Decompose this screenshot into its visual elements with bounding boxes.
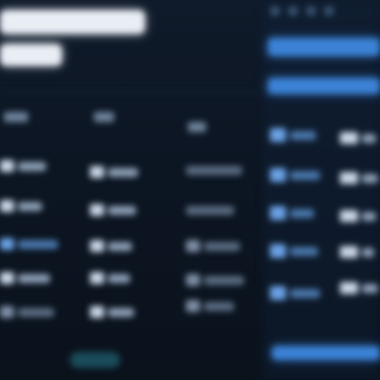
file-icon: [90, 272, 104, 284]
table-cell: [186, 240, 240, 252]
table-cell: [186, 274, 244, 286]
file-icon: [0, 306, 14, 318]
table-row[interactable]: [0, 160, 46, 172]
item-icon: [270, 244, 286, 258]
file-icon: [0, 160, 14, 172]
table-cell: [18, 161, 46, 171]
column-header-3[interactable]: [188, 122, 206, 132]
table-cell: [90, 204, 136, 216]
list-item[interactable]: [270, 128, 316, 142]
item-icon: [270, 206, 286, 220]
list-item-value: [340, 210, 376, 222]
table-row[interactable]: [0, 272, 50, 284]
panel-tab-active[interactable]: [268, 38, 380, 56]
table-cell: [90, 240, 132, 252]
page-subtitle: [0, 44, 62, 66]
status-indicator: [70, 352, 120, 368]
blurred-content: [0, 0, 380, 380]
table-cell: [90, 272, 130, 284]
item-icon: [270, 128, 286, 142]
list-item[interactable]: [270, 168, 320, 182]
header-divider: [0, 92, 262, 93]
table-row[interactable]: [0, 306, 54, 318]
list-item[interactable]: [270, 286, 320, 300]
screen: [0, 0, 380, 380]
page-title-text: [0, 10, 1, 11]
file-icon: [90, 166, 104, 178]
right-panel: [262, 0, 380, 380]
table-cell: [186, 166, 242, 175]
panel-toolbar: [270, 6, 334, 16]
file-icon: [0, 238, 14, 250]
page-subtitle-text: [0, 44, 1, 45]
file-icon: [186, 240, 200, 252]
list-item-value: [340, 246, 374, 258]
list-item[interactable]: [270, 244, 318, 258]
column-header-2[interactable]: [94, 112, 114, 122]
panel-footer-bar[interactable]: [272, 346, 380, 360]
file-icon: [186, 274, 200, 286]
file-icon: [186, 300, 200, 312]
list-item[interactable]: [270, 206, 314, 220]
table-row[interactable]: [0, 238, 58, 250]
toolbar-icon[interactable]: [324, 6, 334, 16]
column-header-1[interactable]: [4, 112, 28, 122]
toolbar-icon[interactable]: [306, 6, 316, 16]
table-cell: [90, 166, 138, 178]
file-icon: [0, 272, 14, 284]
panel-tab[interactable]: [268, 78, 380, 94]
table-row[interactable]: [0, 200, 42, 212]
table-cell: [186, 300, 234, 312]
list-item-value: [340, 172, 378, 184]
toolbar-icon[interactable]: [270, 6, 280, 16]
list-item-value: [340, 132, 376, 144]
toolbar-icon[interactable]: [288, 6, 298, 16]
table-cell: [90, 306, 134, 318]
file-icon: [90, 240, 104, 252]
file-icon: [90, 306, 104, 318]
file-icon: [90, 204, 104, 216]
page-title: [0, 10, 145, 34]
item-icon: [270, 168, 286, 182]
file-icon: [0, 200, 14, 212]
list-item-value: [340, 282, 378, 294]
table-cell: [186, 206, 234, 215]
item-icon: [270, 286, 286, 300]
